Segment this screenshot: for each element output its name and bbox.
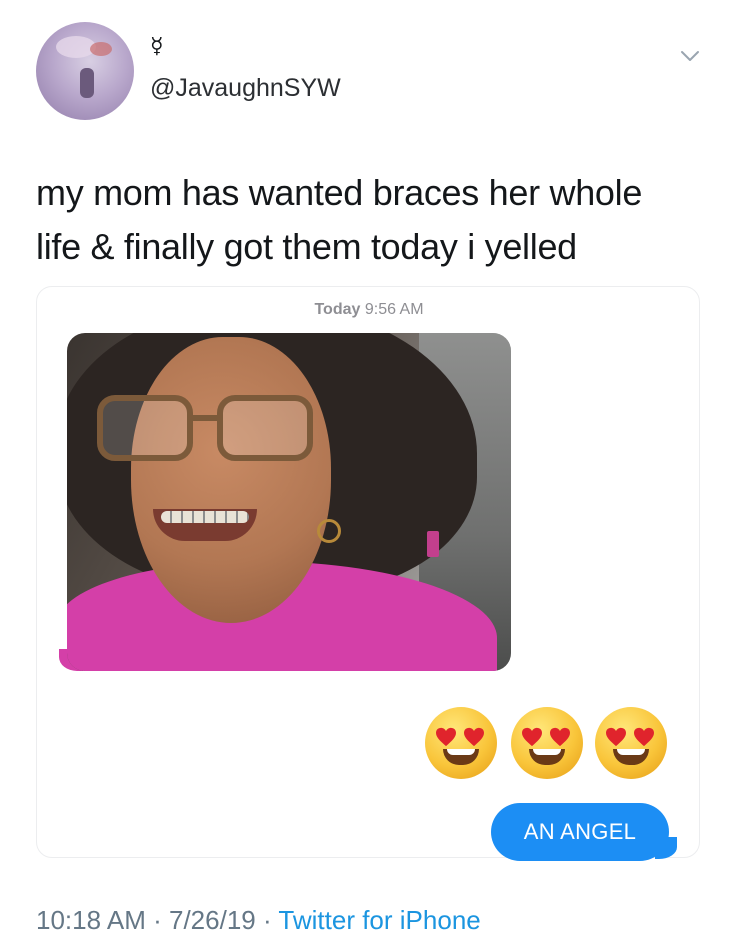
avatar-art-detail [90,42,112,56]
separator-dot: · [262,905,272,935]
message-timestamp-time: 9:56 AM [364,301,424,318]
glasses [97,389,321,465]
display-name[interactable]: ☿ [150,34,164,59]
heart-eyes-emoji [425,707,497,779]
heart-eyes-emoji [595,707,667,779]
attached-screenshot[interactable]: Today 9:56 AM AN ANGEL [36,286,701,861]
hoop-earring [317,519,341,543]
face [131,337,331,623]
heart-icon [436,727,456,747]
emoji-message [425,707,675,781]
avatar[interactable] [36,22,134,120]
seatbelt-buckle [427,531,439,557]
message-timestamp-day: Today [314,301,361,318]
braces [161,511,249,523]
user-handle[interactable]: @JavaughnSYW [150,74,341,103]
selfie-image [67,333,511,671]
heart-icon [550,727,570,747]
heart-eyes-emoji [511,707,583,779]
tweet-text-line: my mom has wanted braces her whole [36,172,643,213]
glasses-lens [97,395,193,461]
separator-dot: · [153,905,162,935]
emoji-smile [443,749,479,765]
tweet-date[interactable]: 7/26/19 [169,905,256,935]
tweet-meta: 10:18 AM · 7/26/19 · Twitter for iPhone [36,905,481,936]
heart-icon [464,727,484,747]
message-timestamp: Today 9:56 AM [37,301,701,319]
tweet-text-line: life & finally got them today i yelled [36,226,577,267]
heart-icon [522,727,542,747]
reply-bubble: AN ANGEL [491,803,669,861]
message-photo[interactable] [59,333,511,671]
glasses-lens [217,395,313,461]
tweet-text: my mom has wanted braces her whole life … [36,166,716,274]
heart-icon [606,727,626,747]
avatar-figure [80,68,94,98]
emoji-smile [529,749,565,765]
tweet-time[interactable]: 10:18 AM [36,905,146,935]
chevron-down-icon[interactable] [678,44,702,68]
tweet-source-link[interactable]: Twitter for iPhone [278,905,480,935]
heart-icon [634,727,654,747]
emoji-smile [613,749,649,765]
